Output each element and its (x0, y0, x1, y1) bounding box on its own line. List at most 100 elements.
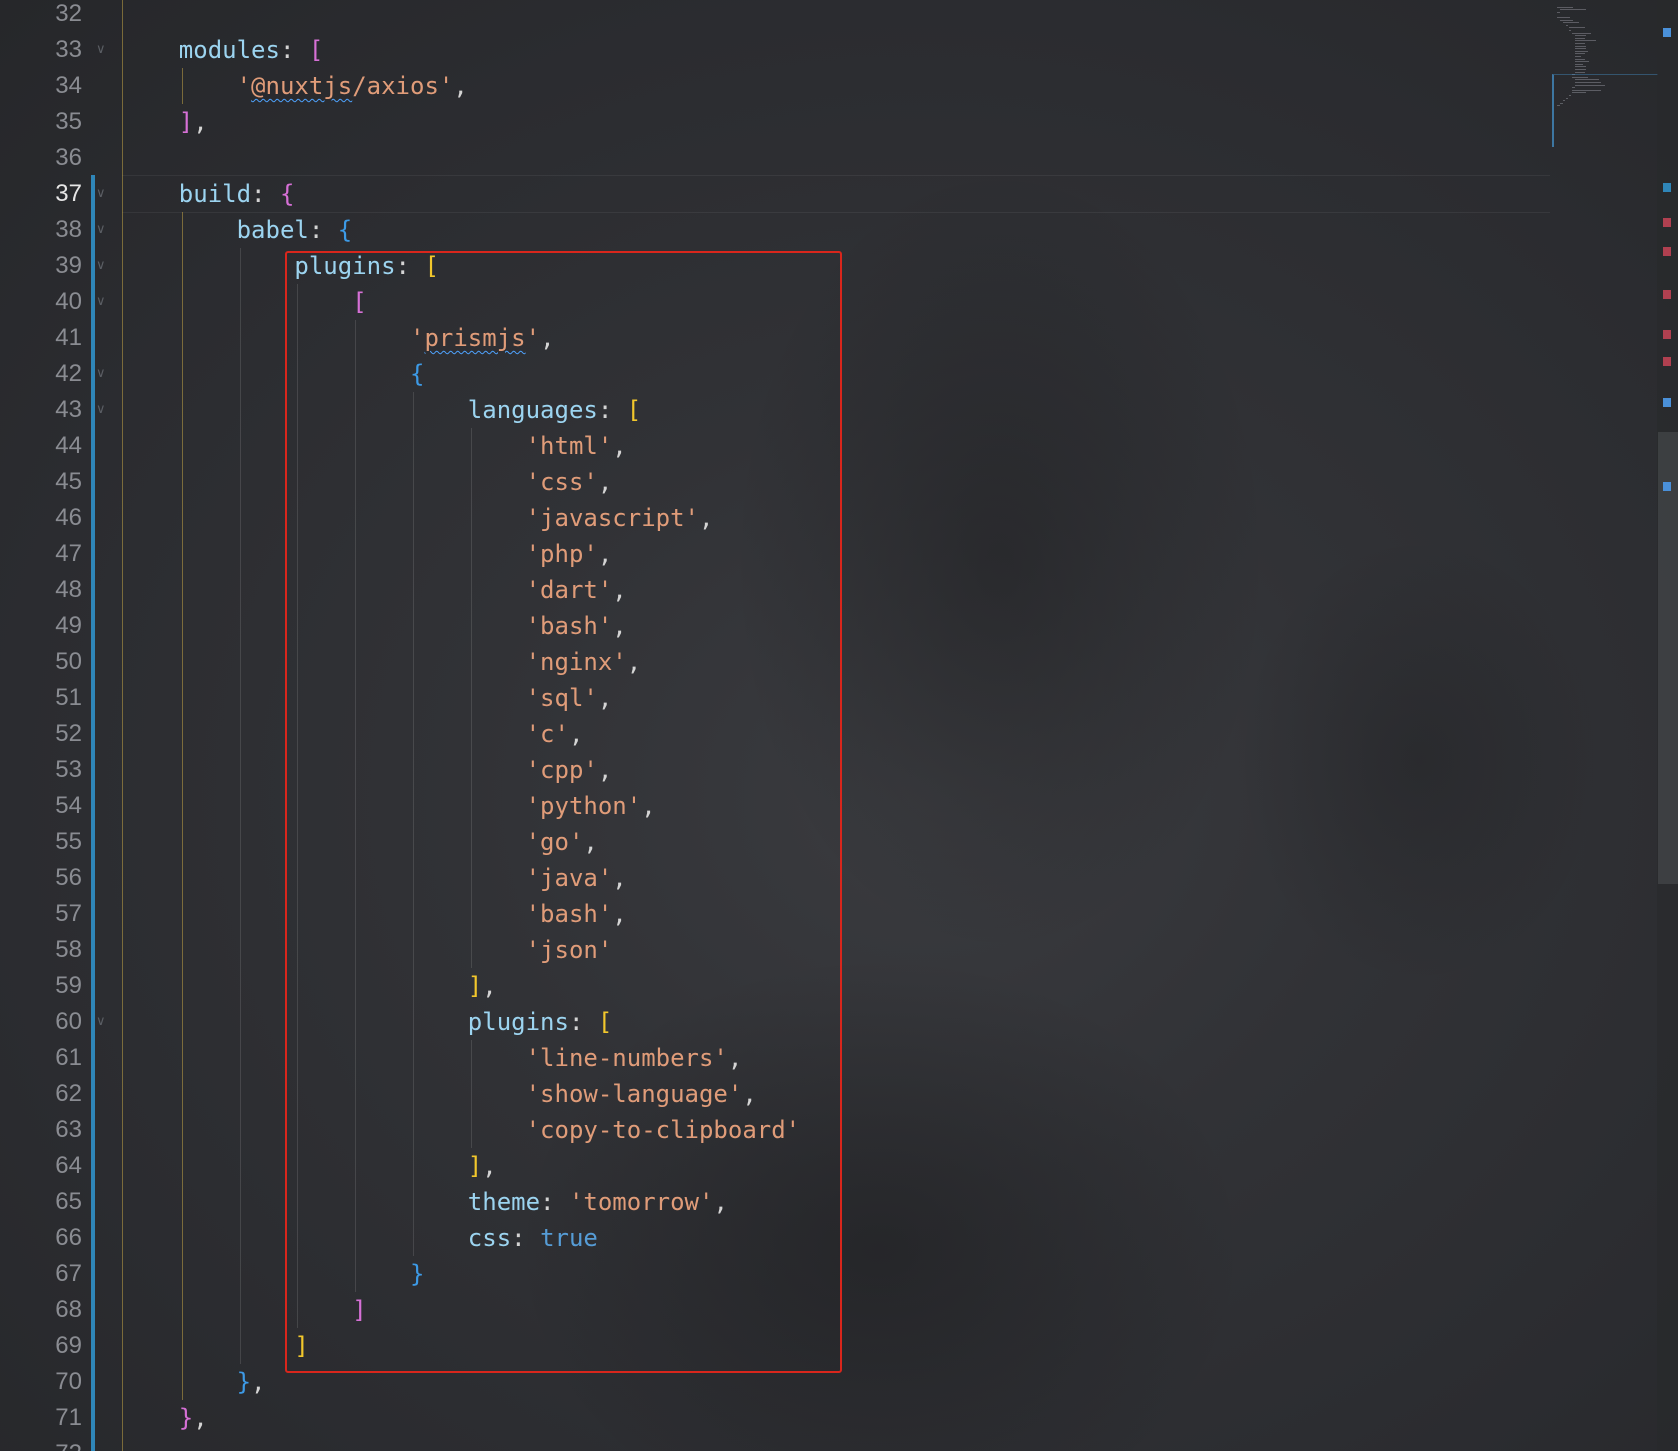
code-line[interactable]: 'java', (526, 860, 627, 896)
line-number[interactable]: 33 (0, 32, 82, 68)
line-number[interactable]: 67 (0, 1256, 82, 1292)
code-line[interactable]: [ (352, 284, 366, 320)
code-line[interactable]: '@nuxtjs/axios', (237, 68, 468, 104)
code-line[interactable]: 'c', (526, 716, 584, 752)
line-number[interactable]: 42 (0, 356, 82, 392)
code-line[interactable]: ] (352, 1292, 366, 1328)
line-number[interactable]: 64 (0, 1148, 82, 1184)
code-line[interactable]: ] (294, 1328, 308, 1364)
line-number[interactable]: 70 (0, 1364, 82, 1400)
code-line[interactable]: 'go', (526, 824, 598, 860)
chevron-down-icon[interactable]: ∨ (96, 176, 110, 212)
code-line[interactable]: 'bash', (526, 896, 627, 932)
code-line[interactable]: plugins: [ (294, 248, 439, 284)
chevron-down-icon[interactable]: ∨ (96, 32, 110, 68)
code-line[interactable]: 'sql', (526, 680, 613, 716)
code-line[interactable]: 'bash', (526, 608, 627, 644)
minimap-viewport-slider[interactable] (1552, 74, 1658, 147)
line-number[interactable]: 43 (0, 392, 82, 428)
code-line[interactable]: css: true (468, 1220, 598, 1256)
line-number[interactable]: 66 (0, 1220, 82, 1256)
line-number[interactable]: 46 (0, 500, 82, 536)
code-line[interactable]: 'line-numbers', (526, 1040, 743, 1076)
code-line[interactable]: languages: [ (468, 392, 641, 428)
line-number[interactable]: 49 (0, 608, 82, 644)
minimap-line (1557, 11, 1561, 13)
code-line[interactable]: 'python', (526, 788, 656, 824)
code-line[interactable]: build: { (179, 176, 295, 212)
code-line[interactable]: 'php', (526, 536, 613, 572)
line-number[interactable]: 50 (0, 644, 82, 680)
line-number[interactable]: 62 (0, 1076, 82, 1112)
chevron-down-icon[interactable]: ∨ (96, 284, 110, 320)
line-number[interactable]: 45 (0, 464, 82, 500)
scrollbar-thumb[interactable] (1658, 432, 1678, 884)
code-line[interactable]: ], (468, 1148, 497, 1184)
line-number[interactable]: 34 (0, 68, 82, 104)
code-line[interactable]: 'cpp', (526, 752, 613, 788)
code-line[interactable]: 'html', (526, 428, 627, 464)
line-number[interactable]: 35 (0, 104, 82, 140)
line-number[interactable]: 57 (0, 896, 82, 932)
line-number[interactable]: 41 (0, 320, 82, 356)
line-number[interactable]: 37 (0, 176, 82, 212)
code-token: , (713, 1188, 728, 1216)
code-line[interactable]: 'dart', (526, 572, 627, 608)
code-line[interactable]: 'show-language', (526, 1076, 757, 1112)
chevron-down-icon[interactable]: ∨ (96, 392, 110, 428)
line-number[interactable]: 69 (0, 1328, 82, 1364)
chevron-down-icon[interactable]: ∨ (96, 356, 110, 392)
minimap-line (1572, 32, 1592, 34)
code-line[interactable]: babel: { (237, 212, 353, 248)
line-number[interactable]: 38 (0, 212, 82, 248)
code-line[interactable]: } (410, 1256, 424, 1292)
code-line[interactable]: 'copy-to-clipboard' (526, 1112, 801, 1148)
line-number[interactable]: 54 (0, 788, 82, 824)
code-token: : (511, 1224, 541, 1252)
code-token: , (251, 1368, 266, 1396)
code-line[interactable]: 'prismjs', (410, 320, 555, 356)
chevron-down-icon[interactable]: ∨ (96, 1004, 110, 1040)
code-token: ] (467, 972, 483, 1000)
code-line[interactable]: theme: 'tomorrow', (468, 1184, 728, 1220)
code-line[interactable]: }, (237, 1364, 266, 1400)
code-line[interactable]: ], (468, 968, 497, 1004)
line-number[interactable]: 44 (0, 428, 82, 464)
code-line[interactable]: }, (179, 1400, 208, 1436)
line-number[interactable]: 55 (0, 824, 82, 860)
chevron-down-icon[interactable]: ∨ (96, 212, 110, 248)
git-change-indicator[interactable] (91, 175, 95, 1451)
line-number[interactable]: 71 (0, 1400, 82, 1436)
line-number[interactable]: 52 (0, 716, 82, 752)
line-number[interactable]: 72 (0, 1436, 82, 1451)
code-line[interactable]: modules: [ (179, 32, 324, 68)
line-number[interactable]: 68 (0, 1292, 82, 1328)
line-number[interactable]: 40 (0, 284, 82, 320)
line-number[interactable]: 60 (0, 1004, 82, 1040)
line-number[interactable]: 32 (0, 0, 82, 32)
code-editor[interactable]: 32 33 ∨ 34 35 36 37 ∨ 38 ∨ 39 ∨ 40 ∨ 41 42 ∨ 43 ∨ 44 45 46 47 4… (0, 0, 1678, 1451)
code-line[interactable]: { (410, 356, 424, 392)
line-number[interactable]: 53 (0, 752, 82, 788)
code-line[interactable]: 'css', (526, 464, 613, 500)
line-number-gutter[interactable]: 32 33 ∨ 34 35 36 37 ∨ 38 ∨ 39 ∨ 40 ∨ 41 42 ∨ 43 ∨ 44 45 46 47 4… (0, 0, 120, 1451)
code-line[interactable]: 'json' (526, 932, 613, 968)
line-number[interactable]: 58 (0, 932, 82, 968)
code-line[interactable]: 'javascript', (526, 500, 714, 536)
code-line[interactable]: ], (179, 104, 208, 140)
line-number[interactable]: 61 (0, 1040, 82, 1076)
line-number[interactable]: 63 (0, 1112, 82, 1148)
scrollbar-marker (1663, 398, 1671, 407)
line-number[interactable]: 48 (0, 572, 82, 608)
minimap-line (1569, 30, 1571, 31)
chevron-down-icon[interactable]: ∨ (96, 248, 110, 284)
line-number[interactable]: 51 (0, 680, 82, 716)
line-number[interactable]: 59 (0, 968, 82, 1004)
line-number[interactable]: 36 (0, 140, 82, 176)
line-number[interactable]: 56 (0, 860, 82, 896)
code-line[interactable]: 'nginx', (526, 644, 642, 680)
line-number[interactable]: 47 (0, 536, 82, 572)
code-line[interactable]: plugins: [ (468, 1004, 613, 1040)
line-number[interactable]: 39 (0, 248, 82, 284)
line-number[interactable]: 65 (0, 1184, 82, 1220)
